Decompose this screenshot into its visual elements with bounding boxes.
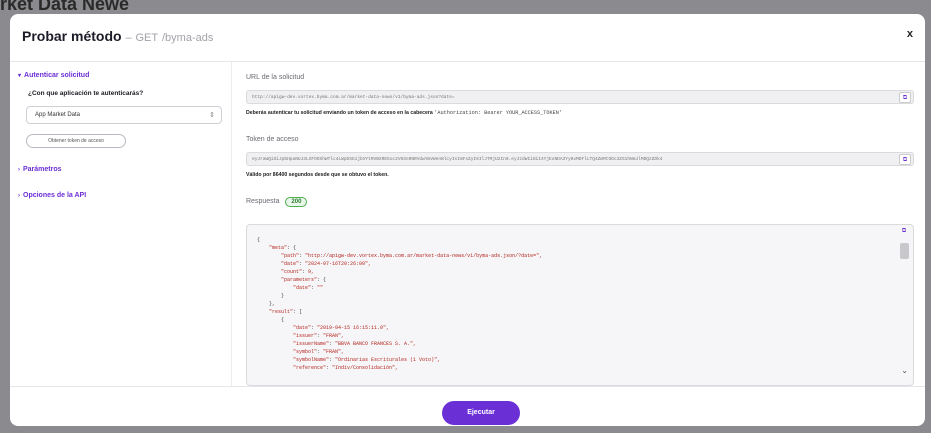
code-line: "reference": "Indiv/Consolidación", bbox=[293, 365, 399, 371]
code-line: "path": "http://apigw-dev.vortex.byma.co… bbox=[281, 253, 543, 259]
close-icon[interactable]: x bbox=[907, 28, 913, 40]
code-line: "result": [ bbox=[269, 309, 303, 315]
code-line: "date": "2019-04-15 16:15:11.0", bbox=[293, 325, 390, 331]
copy-icon[interactable]: ⧉ bbox=[899, 228, 909, 238]
modal-title: Probar método – GET /byma-ads bbox=[22, 28, 213, 44]
sidebar-item-label: Parámetros bbox=[23, 166, 62, 173]
chevron-down-icon[interactable]: ⌄ bbox=[901, 366, 908, 375]
code-line: "parameters": { bbox=[281, 277, 327, 283]
code-line: { bbox=[257, 317, 285, 323]
response-label: Respuesta bbox=[246, 198, 280, 205]
token-value: eyJraWQiOiJpbHpaNUJ3LXFOOXhWTlc4LWpDSG1j… bbox=[252, 157, 663, 162]
token-field[interactable]: eyJraWQiOiJpbHpaNUJ3LXFOOXhWTlc4LWpDSG1j… bbox=[246, 152, 914, 166]
url-value: http://apigw-dev.vortex.byma.com.ar/mark… bbox=[252, 95, 455, 100]
chevron-right-icon: › bbox=[18, 193, 20, 199]
sidebar-item-label: Opciones de la API bbox=[23, 192, 87, 199]
scrollbar[interactable] bbox=[900, 243, 909, 363]
app-select[interactable]: App Market Data ⇕ bbox=[26, 106, 222, 124]
code-line: "date": "2024-07-16T20:26:00", bbox=[281, 261, 372, 267]
sidebar-item-params[interactable]: › Parámetros bbox=[18, 166, 62, 173]
code-line: { bbox=[257, 237, 261, 243]
status-badge: 200 bbox=[285, 197, 308, 207]
modal-title-text: Probar método bbox=[22, 28, 122, 44]
auth-help-label: Deberás autenticar tu solicitud enviando… bbox=[246, 110, 433, 116]
http-method-label: GET bbox=[135, 32, 159, 44]
main-panel: URL de la solicitud http://apigw-dev.vor… bbox=[242, 62, 915, 386]
auth-help-text: Deberás autenticar tu solicitud enviando… bbox=[246, 110, 562, 116]
sidebar: ▾ Autenticar solicitud ¿Con que aplicació… bbox=[10, 62, 232, 386]
code-line: "meta": { bbox=[269, 245, 297, 251]
url-field[interactable]: http://apigw-dev.vortex.byma.com.ar/mark… bbox=[246, 90, 914, 104]
code-line: } bbox=[257, 293, 285, 299]
try-method-modal: Probar método – GET /byma-ads x ▾ Autenti… bbox=[10, 14, 925, 426]
get-token-button[interactable]: Obtener token de acceso bbox=[26, 134, 126, 148]
code-line: }, bbox=[257, 301, 276, 307]
token-validity-text: Válido por 86400 segundos desde que se o… bbox=[246, 172, 389, 178]
app-select-value: App Market Data bbox=[35, 112, 81, 118]
chevron-down-icon: ▾ bbox=[18, 73, 22, 79]
code-line: "symbol": "FRAN", bbox=[293, 349, 345, 355]
auth-app-question: ¿Con que aplicación te autenticarás? bbox=[28, 90, 144, 97]
token-label: Token de acceso bbox=[246, 136, 299, 143]
sidebar-item-auth[interactable]: ▾ Autenticar solicitud bbox=[18, 72, 89, 79]
modal-footer: Ejecutar bbox=[10, 386, 925, 426]
sidebar-item-label: Autenticar solicitud bbox=[24, 72, 90, 79]
modal-header: Probar método – GET /byma-ads x bbox=[10, 14, 925, 62]
background-page-title: rket Data Newe bbox=[0, 0, 130, 14]
scrollbar-thumb[interactable] bbox=[900, 243, 909, 259]
url-label: URL de la solicitud bbox=[246, 74, 305, 81]
code-line: "issuer": "FRAN", bbox=[293, 333, 345, 339]
code-line: "date": "" bbox=[293, 285, 324, 291]
code-line: "issuerName": "BBVA BANCO FRANCES S. A."… bbox=[293, 341, 417, 347]
select-arrows-icon: ⇕ bbox=[209, 112, 215, 119]
response-body[interactable]: { "meta": { "path": "http://apigw-dev.vo… bbox=[246, 224, 914, 386]
endpoint-path: /byma-ads bbox=[162, 32, 214, 44]
copy-icon[interactable]: ⧉ bbox=[899, 154, 911, 165]
run-button[interactable]: Ejecutar bbox=[442, 401, 520, 425]
code-line: "symbolName": "Ordinarias Escriturales (… bbox=[293, 357, 441, 363]
auth-header-code: 'Authorization: Bearer YOUR_ACCESS_TOKEN… bbox=[434, 110, 562, 116]
modal-title-separator: – bbox=[125, 32, 132, 44]
code-line: "count": 9, bbox=[281, 269, 315, 275]
response-label-row: Respuesta 200 bbox=[246, 197, 308, 207]
sidebar-item-api-options[interactable]: › Opciones de la API bbox=[18, 192, 86, 199]
chevron-right-icon: › bbox=[18, 167, 20, 173]
copy-icon[interactable]: ⧉ bbox=[899, 92, 911, 103]
